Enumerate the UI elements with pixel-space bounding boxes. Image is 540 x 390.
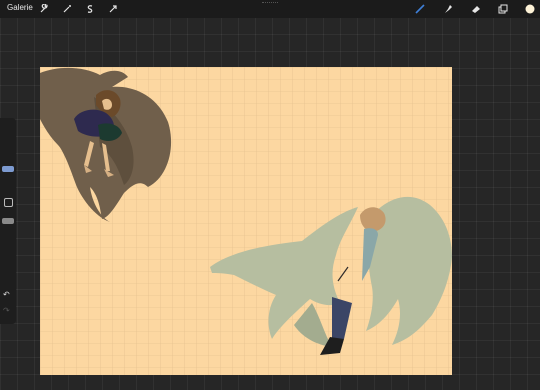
artwork xyxy=(40,67,452,375)
magic-wand-icon[interactable] xyxy=(61,3,73,15)
layers-icon[interactable] xyxy=(497,3,509,15)
current-color-swatch xyxy=(525,4,535,14)
wrench-icon[interactable] xyxy=(38,3,50,15)
transform-arrow-icon[interactable] xyxy=(107,3,119,15)
drawing-canvas[interactable] xyxy=(40,67,452,375)
undo-button[interactable]: ↶ xyxy=(3,290,10,299)
selection-s-icon[interactable] xyxy=(84,3,96,15)
color-swatch-button[interactable] xyxy=(524,3,536,15)
left-sidebar: ↶ ↷ xyxy=(0,118,16,324)
toolbar-grip xyxy=(262,2,278,6)
gallery-button[interactable]: Galerie xyxy=(7,3,33,12)
brush-size-slider[interactable] xyxy=(2,166,14,172)
redo-button[interactable]: ↷ xyxy=(3,306,10,315)
modify-square-button[interactable] xyxy=(4,198,13,207)
eraser-icon[interactable] xyxy=(470,3,482,15)
top-toolbar: Galerie xyxy=(0,0,540,18)
smudge-icon[interactable] xyxy=(442,3,454,15)
brush-icon[interactable] xyxy=(414,3,426,15)
opacity-slider[interactable] xyxy=(2,218,14,224)
